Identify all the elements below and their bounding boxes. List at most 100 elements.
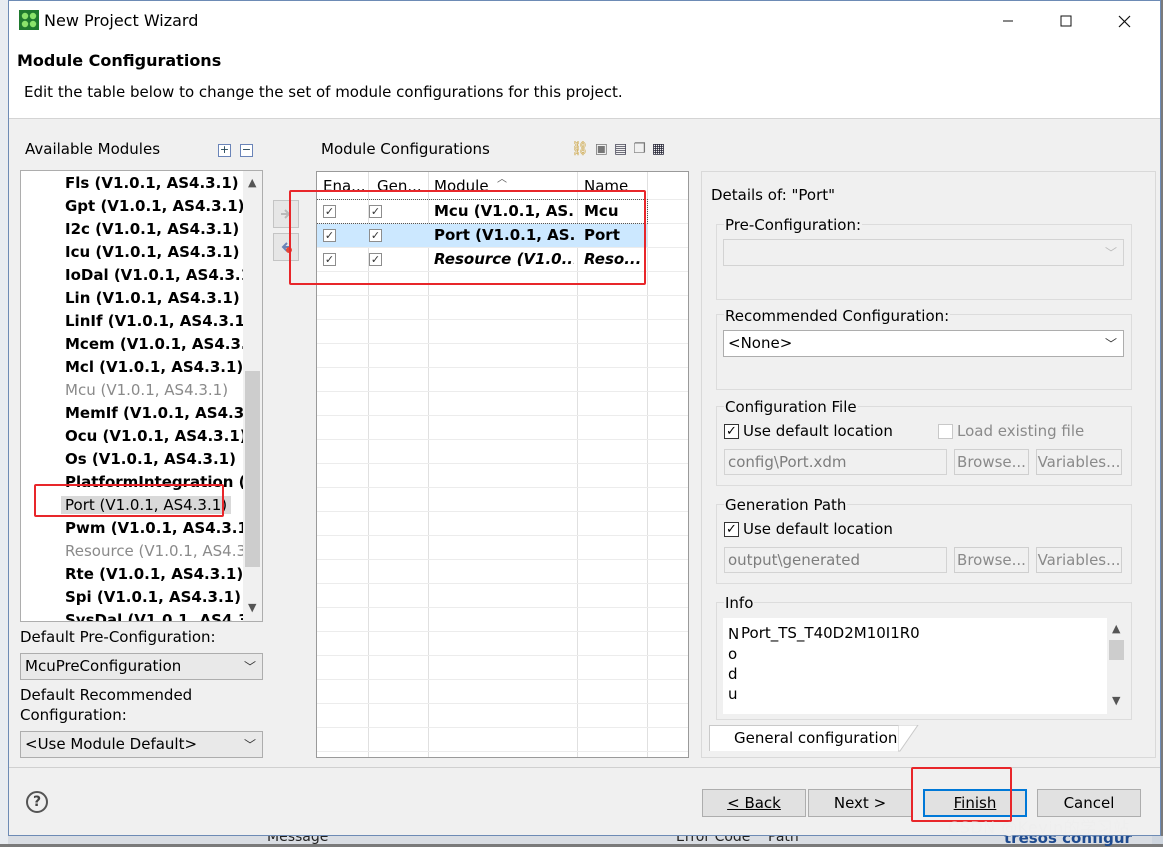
highlight-configured-modules — [289, 190, 646, 285]
scroll-up-icon[interactable]: ▲ — [248, 176, 256, 189]
tab-edge — [898, 725, 919, 752]
use-default-location-checkbox[interactable]: ✓ — [724, 424, 739, 439]
chevron-down-icon: ﹀ — [1104, 246, 1117, 260]
info-side-column: Nodu — [728, 624, 739, 704]
app-icon — [19, 10, 39, 30]
load-existing-file-label: Load existing file — [957, 422, 1085, 440]
use-default-location-label: Use default location — [743, 422, 893, 440]
info-label: Info — [724, 594, 755, 612]
module-list-item[interactable]: Rte (V1.0.1, AS4.3.1) — [65, 565, 243, 583]
generation-default-location-label: Use default location — [743, 520, 893, 538]
info-text: Port_TS_T40D2M10I1R0 — [741, 624, 920, 642]
scroll-down-icon[interactable]: ▼ — [1112, 694, 1120, 707]
info-text-area[interactable]: Nodu Port_TS_T40D2M10I1R0 ▲ ▼ — [723, 618, 1126, 714]
new-project-wizard-window: New Project Wizard Module Configurations… — [8, 0, 1161, 836]
configuration-file-variables-button[interactable]: Variables... — [1036, 449, 1122, 475]
default-preconfig-label: Default Pre-Configuration: — [20, 628, 216, 646]
module-list-item[interactable]: I2c (V1.0.1, AS4.3.1) — [65, 220, 239, 238]
default-preconfig-combo[interactable]: McuPreConfiguration ﹀ — [20, 653, 263, 680]
module-list-item[interactable]: Icu (V1.0.1, AS4.3.1) — [65, 243, 239, 261]
module-list-item[interactable]: SysDal (V1.0.1, AS4.3.1) — [65, 611, 262, 621]
info-scroll-thumb[interactable] — [1109, 640, 1124, 660]
highlight-port-module — [34, 484, 224, 517]
configuration-file-label: Configuration File — [724, 398, 858, 416]
default-recommended-label-2: Configuration: — [20, 706, 127, 724]
expand-all-button[interactable]: + — [218, 144, 231, 157]
module-list-scroll-thumb[interactable] — [245, 371, 260, 567]
maximize-icon — [1060, 15, 1072, 27]
tab-general-configuration[interactable]: General configuration — [709, 725, 899, 751]
background-app-left — [0, 0, 8, 844]
module-list-item[interactable]: Mcl (V1.0.1, AS4.3.1) — [65, 358, 243, 376]
load-existing-file-checkbox[interactable] — [938, 424, 953, 439]
module-list-item[interactable]: Mcu (V1.0.1, AS4.3.1) — [65, 381, 228, 399]
next-button[interactable]: Next > — [808, 789, 912, 817]
module-list-item[interactable]: IoDal (V1.0.1, AS4.3.1) — [65, 266, 258, 284]
default-recommended-label: Default Recommended — [20, 686, 193, 704]
default-recommended-value: <Use Module Default> — [25, 735, 198, 753]
module-list-item[interactable]: Resource (V1.0.1, AS4.3. — [65, 542, 251, 560]
recommended-configuration-value: <None> — [728, 334, 793, 352]
module-list-item[interactable]: MemIf (V1.0.1, AS4.3.1) — [65, 404, 262, 422]
wizard-header: Module Configurations Edit the table bel… — [9, 41, 1160, 119]
copy-icon[interactable]: ❐ — [633, 141, 646, 157]
available-modules-label: Available Modules — [25, 140, 161, 158]
info-side-char: N — [728, 625, 740, 643]
details-panel: Details of: "Port" Pre-Configuration: ﹀ … — [701, 171, 1156, 758]
default-recommended-combo[interactable]: <Use Module Default> ﹀ — [20, 731, 263, 758]
close-button[interactable] — [1095, 1, 1153, 41]
page-description: Edit the table below to change the set o… — [24, 83, 623, 101]
chevron-down-icon: ﹀ — [243, 738, 256, 752]
window-title: New Project Wizard — [44, 11, 199, 30]
module-list-item[interactable]: Os (V1.0.1, AS4.3.1) — [65, 450, 236, 468]
clipboard-check-icon[interactable]: ▣ — [595, 141, 608, 157]
configuration-file-browse-button[interactable]: Browse... — [954, 449, 1029, 475]
configuration-file-path[interactable]: config\Port.xdm — [724, 449, 947, 475]
module-configurations-label: Module Configurations — [321, 140, 490, 158]
scroll-down-icon[interactable]: ▼ — [248, 601, 256, 614]
link-icon[interactable]: ⛓ — [571, 141, 589, 157]
scroll-up-icon[interactable]: ▲ — [1112, 622, 1120, 635]
back-button[interactable]: < Back — [702, 789, 806, 817]
generation-path-variables-button[interactable]: Variables... — [1036, 547, 1122, 573]
details-title: Details of: "Port" — [711, 186, 836, 204]
sort-ascending-icon: ︿ — [497, 174, 507, 185]
module-list-item[interactable]: Gpt (V1.0.1, AS4.3.1) — [65, 197, 245, 215]
paste-icon[interactable]: ▦ — [652, 141, 665, 157]
pre-configuration-label: Pre-Configuration: — [724, 216, 863, 234]
help-icon[interactable]: ? — [26, 791, 48, 813]
info-side-char: u — [728, 685, 738, 703]
table-toolbar: ⛓ ▣ ▤ ❐ ▦ — [571, 141, 665, 157]
recommended-configuration-combo[interactable]: <None> ﹀ — [723, 330, 1124, 357]
module-list-item[interactable]: Fls (V1.0.1, AS4.3.1) — [65, 174, 239, 192]
module-list-item[interactable]: Spi (V1.0.1, AS4.3.1) — [65, 588, 241, 606]
generation-default-location-checkbox[interactable]: ✓ — [724, 522, 739, 537]
default-preconfig-value: McuPreConfiguration — [25, 657, 182, 675]
title-bar[interactable]: New Project Wizard — [9, 1, 1160, 41]
generation-path-label: Generation Path — [724, 496, 848, 514]
generation-path-browse-button[interactable]: Browse... — [954, 547, 1029, 573]
available-modules-list[interactable]: Fls (V1.0.1, AS4.3.1) Gpt (V1.0.1, AS4.3.… — [20, 170, 263, 622]
cancel-button[interactable]: Cancel — [1037, 789, 1141, 817]
maximize-button[interactable] — [1037, 1, 1095, 41]
info-side-char: o — [728, 645, 738, 663]
info-scrollbar[interactable]: ▲ ▼ — [1107, 618, 1126, 714]
page-title: Module Configurations — [17, 51, 222, 70]
module-list-item[interactable]: LinIf (V1.0.1, AS4.3.1) — [65, 312, 252, 330]
module-list-item[interactable]: Lin (V1.0.1, AS4.3.1) — [65, 289, 240, 307]
clipboard-icon[interactable]: ▤ — [614, 141, 627, 157]
close-icon — [1118, 15, 1130, 27]
module-list-item[interactable]: Mcem (V1.0.1, AS4.3.1) — [65, 335, 262, 353]
info-side-char: d — [728, 665, 738, 683]
module-list-item[interactable]: Pwm (V1.0.1, AS4.3.1) — [65, 519, 255, 537]
module-list-item[interactable]: Ocu (V1.0.1, AS4.3.1) — [65, 427, 247, 445]
collapse-all-button[interactable]: − — [240, 144, 253, 157]
minimize-button[interactable] — [979, 1, 1037, 41]
chevron-down-icon: ﹀ — [1104, 337, 1117, 351]
module-list-scrollbar[interactable]: ▲ ▼ — [243, 171, 262, 621]
minimize-icon — [1003, 20, 1013, 22]
pre-configuration-combo[interactable]: ﹀ — [723, 239, 1124, 266]
chevron-down-icon: ﹀ — [243, 660, 256, 674]
generation-path-field[interactable]: output\generated — [724, 547, 947, 573]
watermark: CSDN @Kevin的学习站 — [948, 818, 1130, 837]
